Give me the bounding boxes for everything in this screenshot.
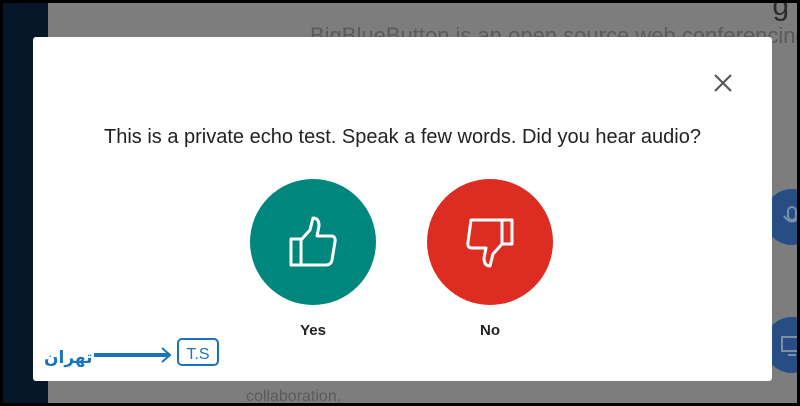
microphone-icon bbox=[783, 206, 797, 223]
yes-label: Yes bbox=[300, 322, 326, 339]
desktop-icon bbox=[781, 336, 797, 356]
svg-text:T.S: T.S bbox=[186, 346, 209, 363]
echo-test-dialog: This is a private echo test. Speak a few… bbox=[33, 37, 772, 381]
watermark-logo: T.S تهران bbox=[42, 337, 222, 371]
close-button[interactable] bbox=[711, 71, 735, 95]
background-welcome-text-2: collaboration. bbox=[246, 388, 342, 403]
no-circle[interactable] bbox=[427, 179, 553, 305]
no-label: No bbox=[480, 322, 500, 339]
yes-button[interactable]: Yes bbox=[250, 179, 376, 339]
thumbs-down-icon bbox=[466, 218, 514, 268]
close-icon[interactable] bbox=[711, 71, 735, 95]
watermark-logo-graphic: T.S تهران bbox=[44, 338, 219, 368]
echo-test-prompt: This is a private echo test. Speak a few… bbox=[104, 126, 701, 148]
yes-circle[interactable] bbox=[250, 179, 376, 305]
background-heading-fragment: g bbox=[772, 3, 789, 22]
no-button[interactable]: No bbox=[427, 179, 553, 339]
svg-text:تهران: تهران bbox=[44, 348, 93, 368]
thumbs-up-icon bbox=[289, 216, 337, 267]
